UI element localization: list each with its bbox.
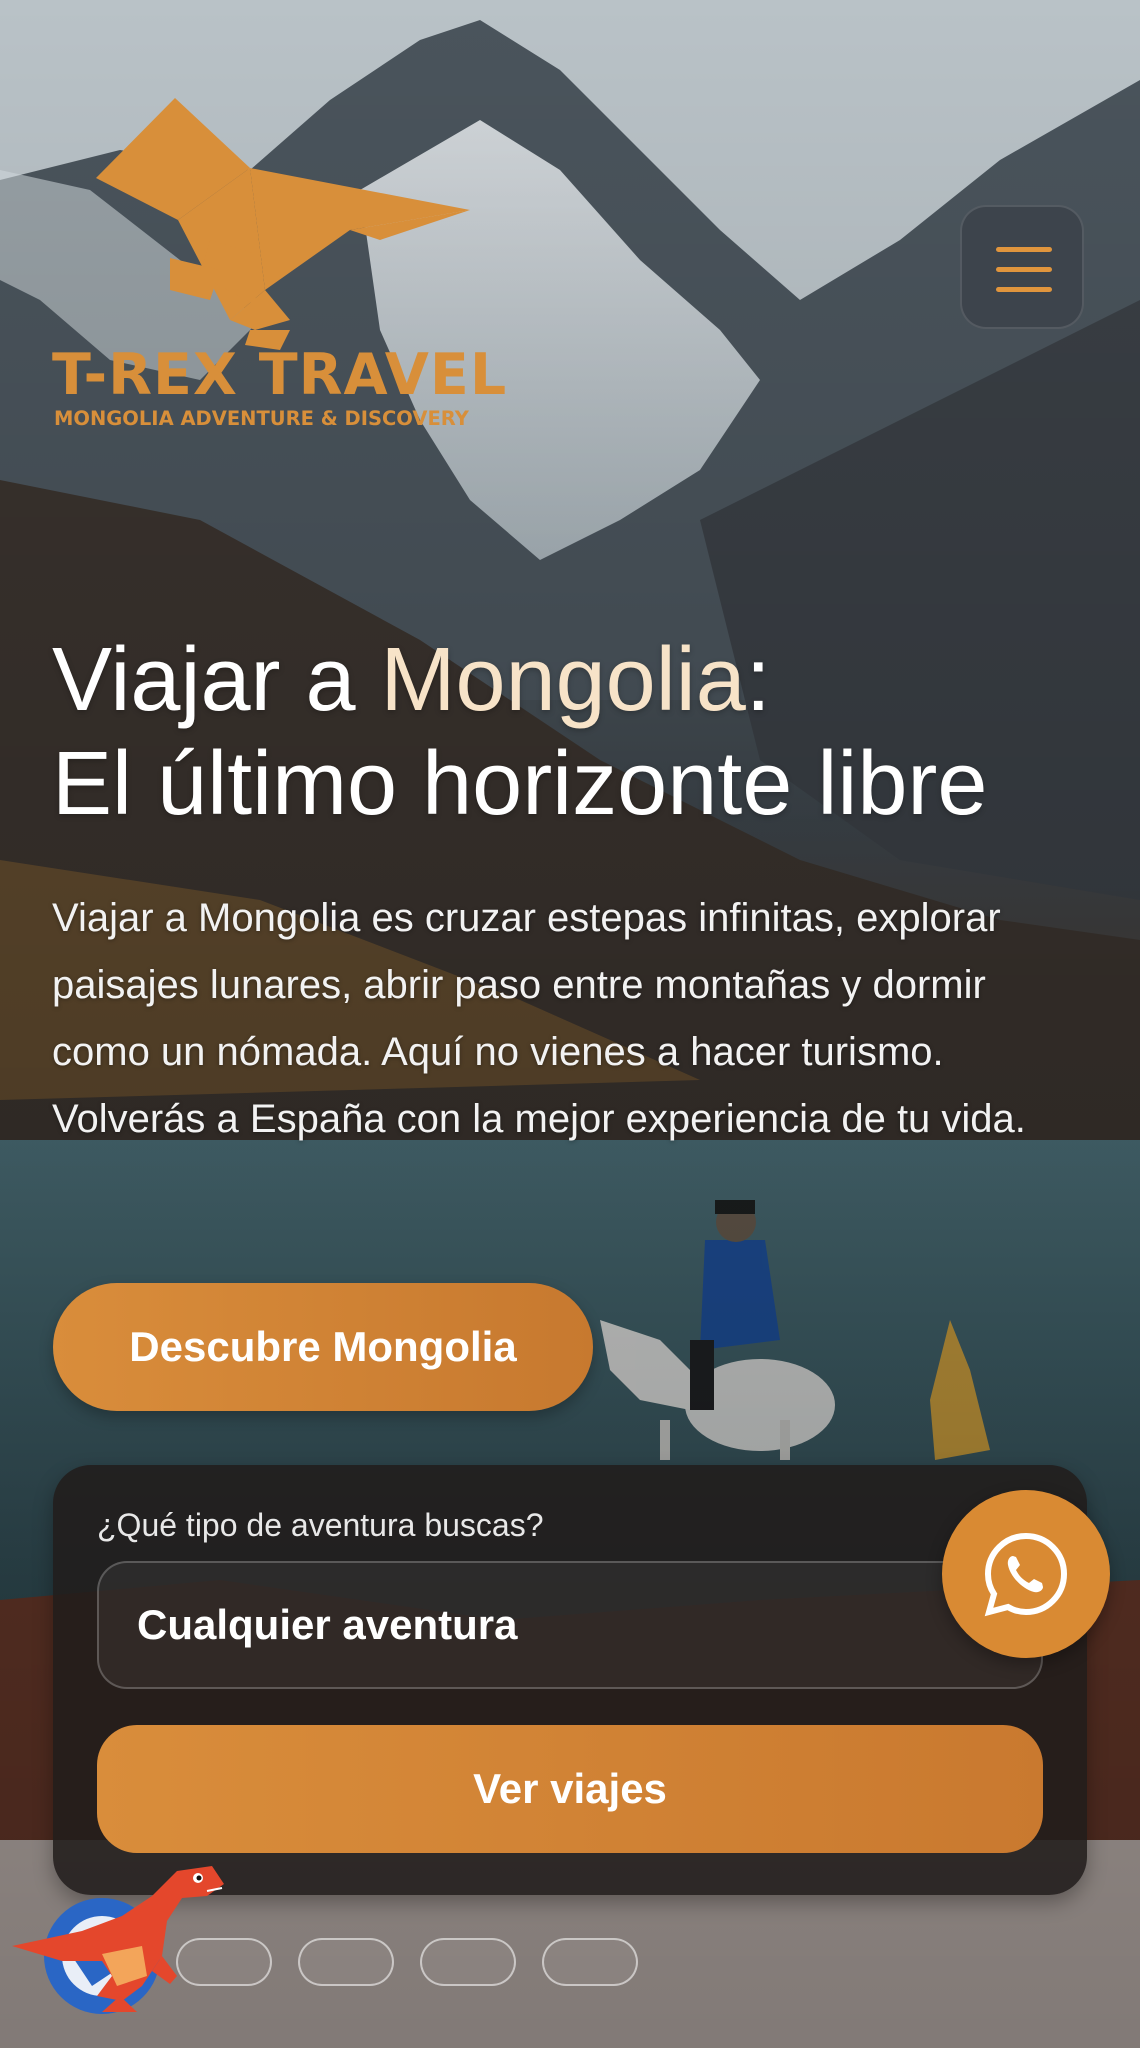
headline-accent: Mongolia xyxy=(380,630,746,730)
menu-button[interactable] xyxy=(960,205,1084,329)
hero-intro-text: Viajar a Mongolia es cruzar estepas infi… xyxy=(52,896,1026,1141)
brand-name: T-REX TRAVEL xyxy=(52,342,508,408)
carousel-dot[interactable] xyxy=(420,1938,516,1986)
hamburger-icon xyxy=(996,247,1052,252)
adventure-type-value: Cualquier aventura xyxy=(137,1601,518,1648)
trex-mascot-icon[interactable] xyxy=(2,1836,232,2016)
hero-headline: Viajar a Mongolia: El último horizonte l… xyxy=(52,628,1112,836)
headline-line2: El último horizonte libre xyxy=(52,734,988,834)
discover-mongolia-button[interactable]: Descubre Mongolia xyxy=(53,1283,593,1411)
brand-tagline: MONGOLIA ADVENTURE & DISCOVERY xyxy=(54,407,469,430)
headline-part1: Viajar a xyxy=(52,630,381,730)
carousel-dot[interactable] xyxy=(298,1938,394,1986)
whatsapp-icon xyxy=(984,1532,1068,1617)
adventure-type-select[interactable]: Cualquier aventura xyxy=(97,1561,1043,1689)
hamburger-icon-line xyxy=(996,267,1052,272)
carousel-dot[interactable] xyxy=(542,1938,638,1986)
view-trips-button[interactable]: Ver viajes xyxy=(97,1725,1043,1853)
headline-part2: : xyxy=(745,630,771,730)
adventure-type-label: ¿Qué tipo de aventura buscas? xyxy=(97,1507,544,1543)
hamburger-icon-line xyxy=(996,287,1052,292)
whatsapp-button[interactable] xyxy=(942,1490,1110,1658)
adventure-search-card: ¿Qué tipo de aventura buscas? Cualquier … xyxy=(53,1465,1087,1895)
hero-section: T-REX TRAVEL MONGOLIA ADVENTURE & DISCOV… xyxy=(0,0,1140,2048)
